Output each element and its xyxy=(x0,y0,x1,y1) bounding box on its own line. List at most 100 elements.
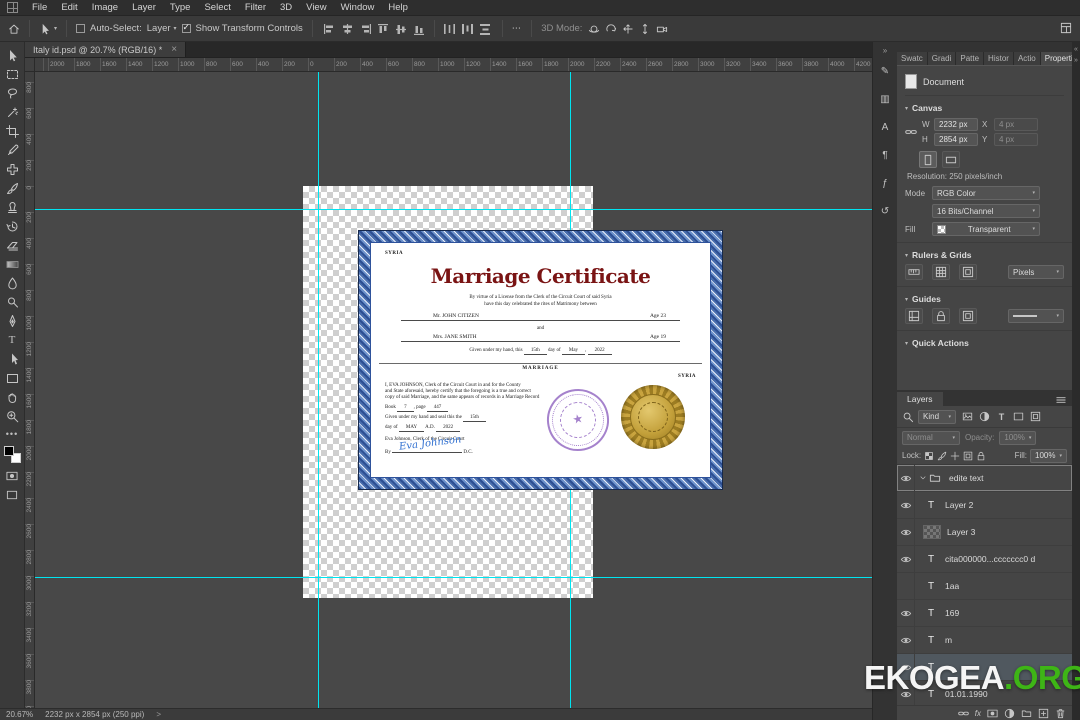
layer-row[interactable]: Layer 3 xyxy=(897,519,1072,546)
edit-toolbar-icon[interactable]: ••• xyxy=(6,429,18,439)
align-top-edges-icon[interactable] xyxy=(376,22,391,36)
menu-3d[interactable]: 3D xyxy=(273,2,299,13)
layer-visibility-toggle[interactable] xyxy=(897,492,915,518)
gradient-tool[interactable] xyxy=(3,258,22,271)
filter-type-layers-icon[interactable]: T xyxy=(994,410,1009,424)
quick-actions-section-header[interactable]: ▾Quick Actions xyxy=(905,338,1064,348)
3d-orbit-icon[interactable] xyxy=(587,22,601,36)
guide-horizontal-1[interactable] xyxy=(35,209,872,210)
distribute-vertical-centers-icon[interactable] xyxy=(478,22,493,36)
canvas-viewport[interactable]: SYRIA Marriage Certificate By virtue of … xyxy=(35,72,872,708)
status-options-chevron[interactable]: > xyxy=(156,710,161,719)
history-panel-icon[interactable]: ↺ xyxy=(877,205,894,219)
auto-select-checkbox[interactable] xyxy=(76,24,85,33)
expand-panels-icon[interactable]: » xyxy=(883,46,887,55)
menu-image[interactable]: Image xyxy=(85,2,125,13)
history-brush-tool[interactable] xyxy=(3,220,22,233)
add-layer-mask-icon[interactable] xyxy=(987,708,998,719)
quick-mask-button[interactable] xyxy=(6,470,18,482)
delete-layer-icon[interactable] xyxy=(1055,708,1066,719)
layer-row[interactable]: T169 xyxy=(897,600,1072,627)
expand-panels-icon[interactable]: » xyxy=(1074,57,1078,64)
new-layer-icon[interactable] xyxy=(1038,708,1049,719)
pen-tool[interactable] xyxy=(3,315,22,328)
guide-horizontal-2[interactable] xyxy=(35,577,872,578)
new-adjustment-layer-icon[interactable] xyxy=(1004,708,1015,719)
foreground-color-swatch[interactable] xyxy=(4,446,14,456)
opacity-field[interactable]: 100%▾ xyxy=(999,431,1036,445)
blend-mode-select[interactable]: Normal▾ xyxy=(902,431,960,445)
align-horizontal-centers-icon[interactable] xyxy=(340,22,355,36)
spot-healing-brush-tool[interactable] xyxy=(3,163,22,176)
canvas-width-field[interactable]: 2232 px xyxy=(934,118,978,131)
3d-slide-icon[interactable] xyxy=(638,22,652,36)
color-mode-select[interactable]: RGB Color▾ xyxy=(932,186,1040,200)
filter-pixel-layers-icon[interactable] xyxy=(960,410,975,424)
blur-tool[interactable] xyxy=(3,277,22,290)
new-group-icon[interactable] xyxy=(1021,708,1032,719)
menu-type[interactable]: Type xyxy=(163,2,198,13)
layer-row[interactable]: edite text xyxy=(897,465,1072,492)
marriage-certificate-image[interactable]: SYRIA Marriage Certificate By virtue of … xyxy=(358,230,723,490)
toggle-grid-button[interactable] xyxy=(932,264,950,280)
layer-row[interactable]: Tcita000000...ccccccc0 d xyxy=(897,546,1072,573)
close-icon[interactable]: × xyxy=(171,45,177,55)
distribute-left-edges-icon[interactable] xyxy=(442,22,457,36)
bit-depth-select[interactable]: 16 Bits/Channel▾ xyxy=(932,204,1040,218)
clone-stamp-tool[interactable] xyxy=(3,201,22,214)
menu-view[interactable]: View xyxy=(299,2,333,13)
screen-mode-button[interactable] xyxy=(6,489,18,501)
rulers-grids-section-header[interactable]: ▾Rulers & Grids xyxy=(905,250,1064,260)
auto-select-target-dropdown[interactable]: Layer▾ xyxy=(147,23,177,34)
path-selection-tool[interactable] xyxy=(3,353,22,366)
distribute-horizontal-centers-icon[interactable] xyxy=(460,22,475,36)
portrait-orientation-button[interactable] xyxy=(919,151,937,168)
character-panel-icon[interactable]: A xyxy=(877,121,894,135)
guide-vertical-1[interactable] xyxy=(318,72,319,708)
link-layers-icon[interactable] xyxy=(958,708,969,719)
paragraph-panel-icon[interactable]: ¶ xyxy=(877,149,894,163)
panel-menu-icon[interactable] xyxy=(1055,394,1067,406)
crop-tool[interactable] xyxy=(3,125,22,138)
filter-kind-select[interactable]: Kind▾ xyxy=(918,410,956,424)
3d-pan-icon[interactable] xyxy=(621,22,635,36)
toggle-snap-button[interactable] xyxy=(959,264,977,280)
lock-guides-button[interactable] xyxy=(932,308,950,324)
menu-layer[interactable]: Layer xyxy=(125,2,163,13)
layer-visibility-toggle[interactable] xyxy=(897,465,915,491)
3d-camera-icon[interactable] xyxy=(655,22,669,36)
brush-settings-panel-icon[interactable]: ✎ xyxy=(877,65,894,79)
lasso-tool[interactable] xyxy=(3,87,22,100)
panel-tab-histor[interactable]: Histor xyxy=(984,52,1014,65)
clear-guides-button[interactable] xyxy=(959,308,977,324)
align-bottom-edges-icon[interactable] xyxy=(412,22,427,36)
panel-tab-actio[interactable]: Actio xyxy=(1014,52,1041,65)
menu-window[interactable]: Window xyxy=(334,2,382,13)
lock-pixels-icon[interactable] xyxy=(937,451,947,461)
menu-select[interactable]: Select xyxy=(197,2,237,13)
collapse-panels-icon[interactable]: « xyxy=(1074,46,1078,53)
lock-transparency-icon[interactable] xyxy=(924,451,934,461)
toggle-rulers-button[interactable] xyxy=(905,264,923,280)
object-selection-tool[interactable] xyxy=(3,106,22,119)
align-vertical-centers-icon[interactable] xyxy=(394,22,409,36)
app-icon[interactable] xyxy=(7,2,18,13)
zoom-tool[interactable] xyxy=(3,410,22,423)
hand-tool[interactable] xyxy=(3,391,22,404)
canvas-section-header[interactable]: ▾Canvas xyxy=(905,103,1064,113)
chevron-down-icon[interactable] xyxy=(919,474,927,482)
more-options-icon[interactable]: ⋯ xyxy=(512,23,523,34)
filter-adjustment-layers-icon[interactable] xyxy=(977,410,992,424)
glyphs-panel-icon[interactable]: ƒ xyxy=(877,177,894,191)
layer-visibility-toggle[interactable] xyxy=(897,600,915,626)
panel-tab-patte[interactable]: Patte xyxy=(956,52,984,65)
horizontal-ruler[interactable]: 2000180016001400120010008006004002000200… xyxy=(35,58,872,72)
document-tab[interactable]: Italy id.psd @ 20.7% (RGB/16) * × xyxy=(25,42,186,57)
menu-filter[interactable]: Filter xyxy=(238,2,273,13)
dodge-tool[interactable] xyxy=(3,296,22,309)
layer-row[interactable]: T1aa xyxy=(897,573,1072,600)
toggle-guides-button[interactable] xyxy=(905,308,923,324)
layer-visibility-toggle[interactable] xyxy=(897,627,915,653)
filter-shape-layers-icon[interactable] xyxy=(1011,410,1026,424)
fill-opacity-field[interactable]: 100%▾ xyxy=(1030,449,1067,463)
